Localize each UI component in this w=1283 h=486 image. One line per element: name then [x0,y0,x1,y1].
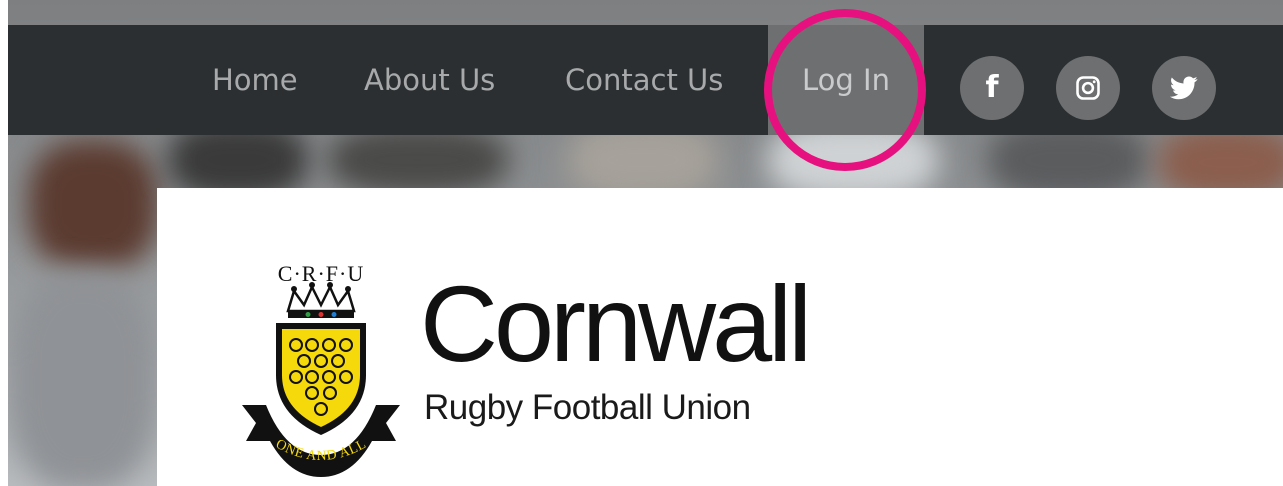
crown-icon [286,282,356,318]
facebook-icon: f [985,70,999,105]
instagram-button[interactable] [1056,56,1120,120]
crest-initials: C·R·F·U [278,261,364,286]
twitter-button[interactable] [1152,56,1216,120]
crfu-crest-logo: C·R·F·U ONE AND ALL [242,261,400,477]
brand-name: Cornwall [420,263,812,384]
nav-contact-link[interactable]: Contact Us [565,25,723,135]
top-navigation: Home About Us Contact Us Log In f [8,25,1283,135]
login-highlight-circle [764,9,926,171]
facebook-button[interactable]: f [960,56,1024,120]
instagram-icon [1076,76,1100,100]
page-gutter [0,0,8,486]
nav-about-link[interactable]: About Us [364,25,495,135]
nav-home-link[interactable]: Home [212,25,298,135]
brand-subtitle: Rugby Football Union [424,388,751,427]
twitter-icon [1170,76,1198,100]
